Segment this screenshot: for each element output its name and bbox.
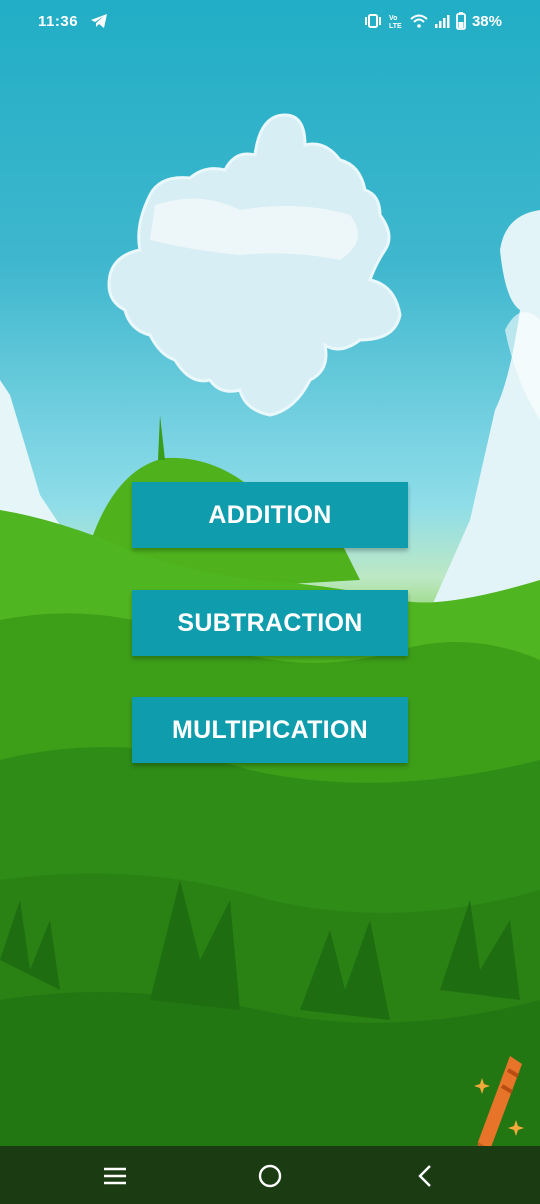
status-icons: Vo LTE 38% (364, 12, 502, 30)
signal-icon (434, 15, 450, 28)
home-icon (258, 1164, 282, 1188)
multiplication-button[interactable]: MULTIPICATION (132, 697, 408, 763)
volte-icon: Vo LTE (389, 15, 402, 29)
wifi-icon (410, 14, 428, 28)
subtraction-button[interactable]: SUBTRACTION (132, 590, 408, 656)
status-time: 11:36 (38, 13, 79, 30)
back-icon (418, 1165, 431, 1187)
menu-icon (104, 1167, 126, 1185)
status-bar: 11:36 Vo LTE 38% (0, 0, 540, 44)
battery-icon (456, 12, 466, 30)
svg-text:LTE: LTE (389, 23, 402, 29)
home-button[interactable] (255, 1162, 285, 1190)
vibrate-icon (364, 14, 381, 28)
battery-percent: 38% (471, 12, 502, 30)
addition-button[interactable]: ADDITION (132, 482, 408, 548)
navigation-bar (0, 1146, 540, 1204)
back-button[interactable] (410, 1162, 440, 1190)
recent-apps-button[interactable] (100, 1162, 130, 1190)
svg-text:Vo: Vo (389, 15, 397, 22)
telegram-icon (91, 14, 107, 28)
